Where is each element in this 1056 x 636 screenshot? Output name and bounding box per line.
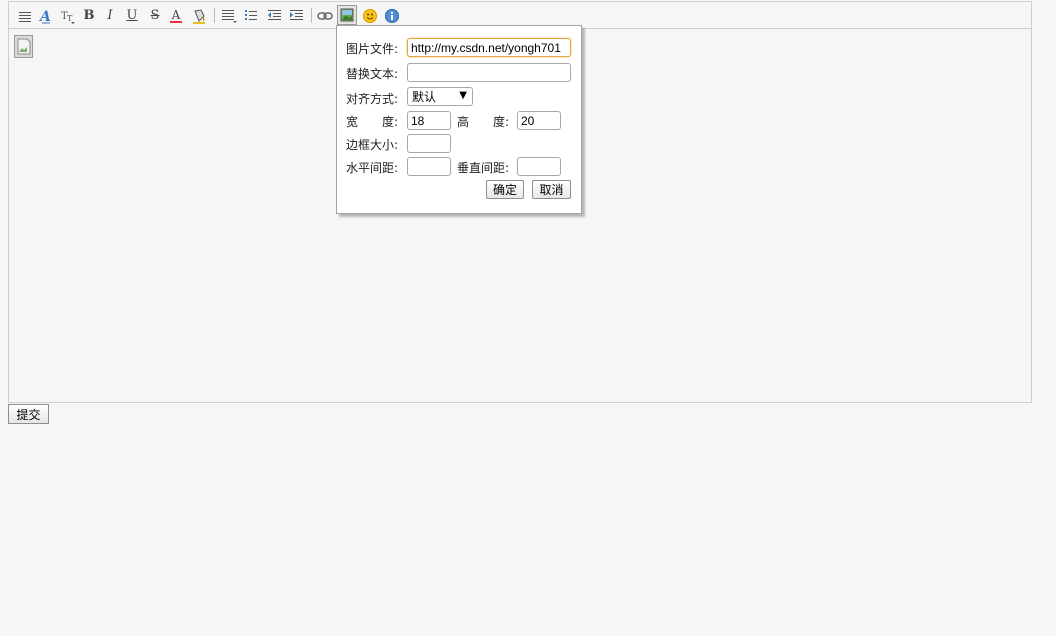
height-input[interactable] bbox=[517, 111, 561, 130]
align-select[interactable]: 默认 ▼ bbox=[407, 87, 473, 106]
toolbar-separator bbox=[311, 8, 312, 23]
outdent-icon[interactable] bbox=[265, 6, 285, 25]
indent-icon[interactable] bbox=[287, 6, 307, 25]
underline-icon[interactable]: U bbox=[122, 6, 142, 25]
emoticon-icon[interactable] bbox=[360, 6, 380, 25]
font-family-icon[interactable]: A bbox=[36, 6, 56, 25]
alt-text-label: 替换文本: bbox=[346, 67, 399, 81]
image-icon[interactable] bbox=[337, 5, 357, 25]
bold-icon[interactable]: B bbox=[79, 6, 99, 25]
background-color-icon[interactable] bbox=[189, 6, 209, 25]
font-color-icon[interactable]: A bbox=[166, 6, 186, 25]
width-label: 宽 度: bbox=[346, 115, 399, 129]
strikethrough-icon[interactable]: S bbox=[145, 6, 165, 25]
cancel-button[interactable]: 取消 bbox=[532, 180, 571, 199]
svg-text:T: T bbox=[67, 14, 73, 23]
italic-icon[interactable]: I bbox=[100, 6, 120, 25]
alt-text-input[interactable] bbox=[407, 63, 571, 82]
vspace-label: 垂直间距: bbox=[457, 161, 510, 175]
image-file-input[interactable] bbox=[407, 38, 571, 57]
align-label: 对齐方式: bbox=[346, 92, 399, 106]
paragraph-icon[interactable] bbox=[15, 6, 35, 25]
list-icon[interactable] bbox=[242, 6, 262, 25]
width-input[interactable] bbox=[407, 111, 451, 130]
link-icon[interactable] bbox=[315, 6, 335, 25]
border-size-label: 边框大小: bbox=[346, 138, 399, 152]
font-size-icon[interactable]: TT bbox=[58, 6, 78, 25]
inserted-image[interactable] bbox=[14, 35, 33, 58]
height-label: 高 度: bbox=[457, 115, 510, 129]
svg-text:A: A bbox=[38, 9, 51, 24]
hspace-label: 水平间距: bbox=[346, 161, 399, 175]
about-icon[interactable] bbox=[382, 6, 402, 25]
chevron-down-icon: ▼ bbox=[459, 90, 467, 101]
align-select-value: 默认 bbox=[412, 90, 437, 104]
font-color-glyph: A bbox=[171, 7, 181, 22]
vspace-input[interactable] bbox=[517, 157, 561, 176]
border-size-input[interactable] bbox=[407, 134, 451, 153]
image-properties-dialog: 图片文件: 替换文本: 对齐方式: 默认 ▼ 宽 度: 高 度: 边框大小: 水… bbox=[336, 25, 582, 214]
toolbar-separator bbox=[214, 8, 215, 23]
align-icon[interactable] bbox=[219, 6, 239, 25]
font-color-swatch bbox=[170, 20, 182, 23]
image-file-label: 图片文件: bbox=[346, 42, 399, 56]
ok-button[interactable]: 确定 bbox=[486, 180, 524, 199]
hspace-input[interactable] bbox=[407, 157, 451, 176]
submit-button[interactable]: 提交 bbox=[8, 404, 49, 424]
